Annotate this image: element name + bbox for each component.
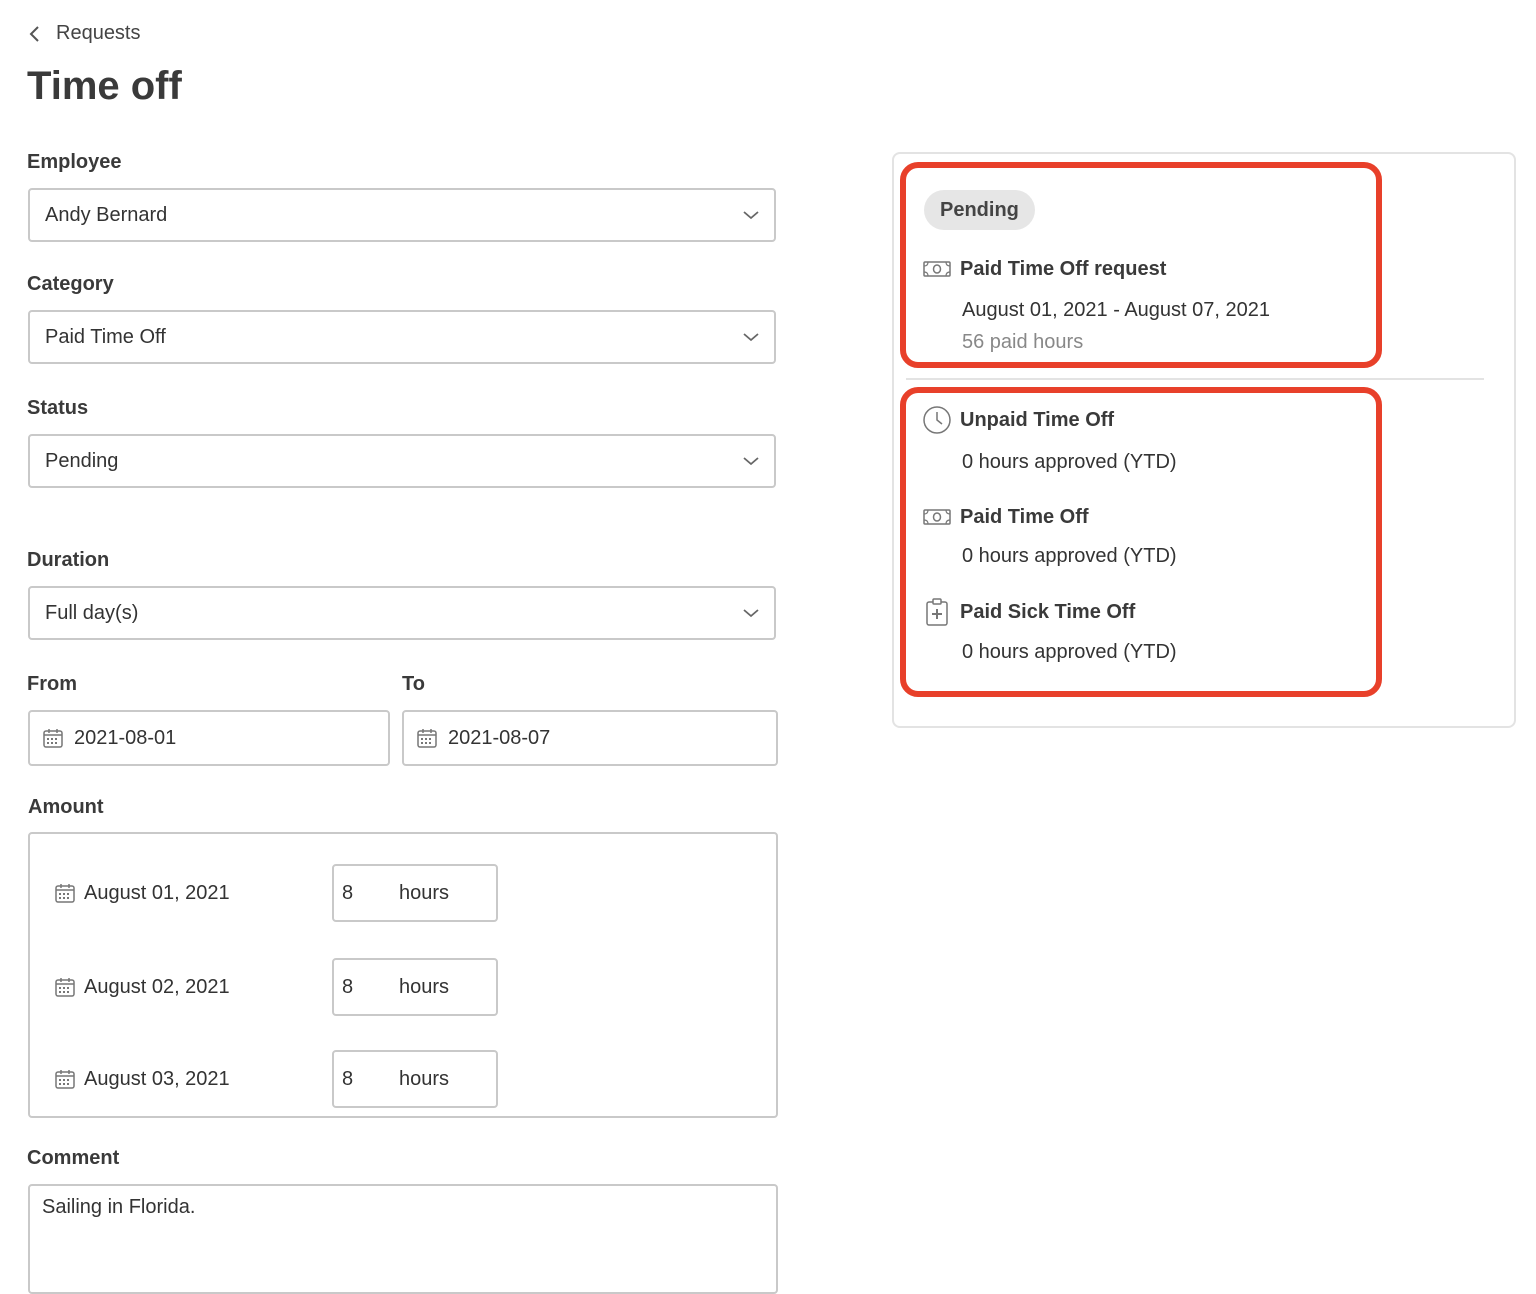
hours-unit: hours [399, 975, 450, 998]
from-label: From [27, 673, 77, 695]
chevron-down-icon [743, 609, 759, 618]
duration-select[interactable]: Full day(s) [28, 586, 776, 640]
amount-row: August 03, 2021 8 hours [54, 1050, 514, 1108]
amount-row: August 02, 2021 8 hours [54, 958, 514, 1016]
hours-input[interactable]: 8 hours [332, 958, 498, 1016]
comment-textarea[interactable]: Sailing in Florida. [28, 1184, 778, 1294]
amount-row-date: August 03, 2021 [54, 1068, 332, 1091]
amount-date-text: August 01, 2021 [84, 881, 230, 904]
amount-row-date: August 01, 2021 [54, 882, 332, 905]
calendar-icon [55, 1070, 75, 1089]
highlight-box-request [900, 162, 1382, 368]
employee-select[interactable]: Andy Bernard [28, 188, 776, 242]
breadcrumb-label: Requests [56, 22, 141, 44]
amount-date-text: August 02, 2021 [84, 975, 230, 998]
hours-value: 8 [342, 975, 354, 998]
duration-label: Duration [27, 549, 110, 571]
highlight-box-balances [900, 387, 1382, 697]
comment-value: Sailing in Florida. [42, 1196, 196, 1218]
hours-value: 8 [342, 1067, 354, 1090]
amount-row-date: August 02, 2021 [54, 976, 332, 999]
employee-label: Employee [27, 151, 122, 173]
category-select[interactable]: Paid Time Off [28, 310, 776, 364]
calendar-icon [43, 729, 63, 748]
to-date-input[interactable]: 2021-08-07 [402, 710, 778, 766]
status-select[interactable]: Pending [28, 434, 776, 488]
amount-label: Amount [28, 796, 104, 818]
hours-unit: hours [399, 881, 450, 904]
from-date-value: 2021-08-01 [74, 726, 177, 749]
chevron-down-icon [743, 211, 759, 220]
calendar-icon [55, 978, 75, 997]
amount-row: August 01, 2021 8 hours [54, 864, 514, 922]
chevron-left-icon [29, 25, 39, 42]
amount-box: August 01, 2021 8 hours August 02, 2021 … [28, 832, 778, 1118]
hours-value: 8 [342, 881, 354, 904]
chevron-down-icon [743, 333, 759, 342]
employee-value: Andy Bernard [45, 203, 168, 226]
chevron-down-icon [743, 457, 759, 466]
hours-unit: hours [399, 1067, 450, 1090]
calendar-icon [417, 729, 437, 748]
comment-label: Comment [27, 1147, 120, 1169]
status-label: Status [27, 397, 89, 419]
calendar-icon [55, 884, 75, 903]
page-title: Time off [27, 64, 182, 108]
to-date-value: 2021-08-07 [448, 726, 551, 749]
category-label: Category [27, 273, 114, 295]
hours-input[interactable]: 8 hours [332, 864, 498, 922]
duration-value: Full day(s) [45, 601, 139, 624]
status-value: Pending [45, 449, 119, 472]
category-value: Paid Time Off [45, 325, 166, 348]
amount-date-text: August 03, 2021 [84, 1067, 230, 1090]
breadcrumb-back-link[interactable]: Requests [28, 22, 141, 45]
summary-divider [906, 378, 1484, 380]
from-date-input[interactable]: 2021-08-01 [28, 710, 390, 766]
hours-input[interactable]: 8 hours [332, 1050, 498, 1108]
to-label: To [402, 673, 425, 695]
